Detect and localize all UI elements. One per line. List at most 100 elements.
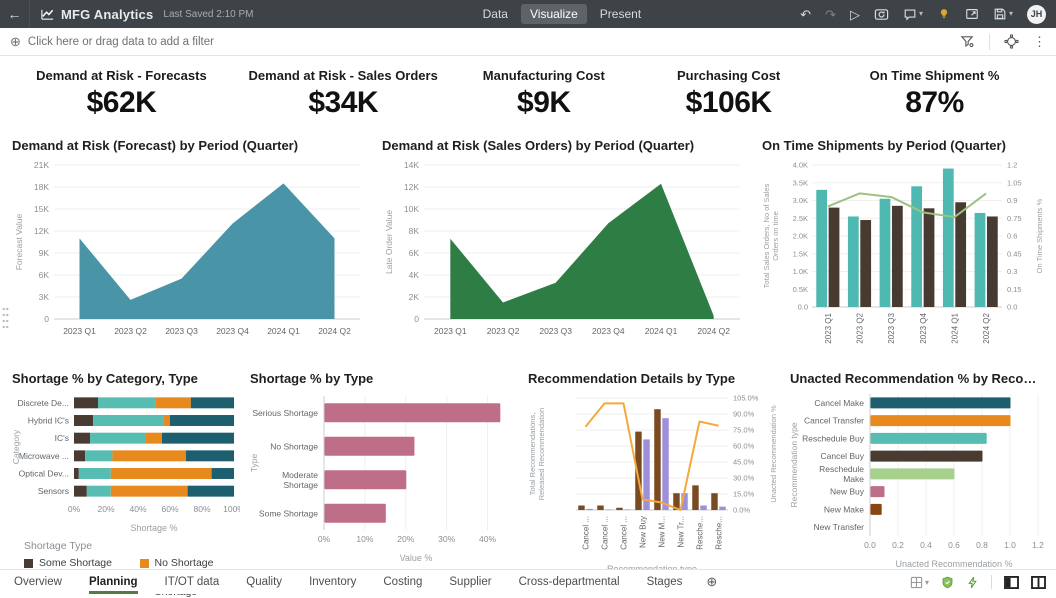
y-tick-label: Reschedule (819, 464, 864, 474)
chart-demand-risk-forecast[interactable]: Demand at Risk (Forecast) by Period (Qua… (10, 138, 372, 347)
layout-grid-button[interactable]: ▾ (910, 576, 929, 589)
x-axis-title: Value % (400, 553, 433, 563)
tick-label: 3.0K (793, 196, 808, 205)
chart-canvas: 0.00.20.40.60.81.01.2Cancel MakeCancel T… (788, 388, 1046, 570)
y-axis-title: Released Recommendation (537, 408, 546, 501)
filter-bar-actions: ⋮ (960, 34, 1046, 50)
filter-button[interactable] (960, 34, 975, 49)
bar (597, 506, 603, 510)
governance-button[interactable] (941, 576, 954, 589)
bar (578, 506, 584, 510)
chart-unacted-recommendation[interactable]: Unacted Recommendation % by Recomme... 0… (788, 371, 1046, 570)
refresh-schedule-icon (874, 7, 889, 22)
tab-overview[interactable]: Overview (14, 570, 62, 594)
x-tick-label: 2023 Q2 (114, 326, 147, 336)
undo-button[interactable]: ↶ (800, 8, 811, 21)
chart-title: Unacted Recommendation % by Recomme... (790, 371, 1046, 386)
save-button[interactable]: ▾ (993, 7, 1013, 21)
kpi-label: Purchasing Cost (644, 68, 813, 83)
redo-button[interactable]: ↷ (825, 8, 836, 21)
area-shape (80, 183, 335, 319)
kpi-label: Manufacturing Cost (444, 68, 645, 83)
bar-segment (188, 486, 234, 497)
panel-split-toggle[interactable] (1031, 576, 1046, 589)
legend-title: Shortage Type (24, 540, 240, 552)
bar (325, 403, 501, 422)
comments-button[interactable]: ▾ (903, 7, 923, 21)
x-tick-label: Resche... (696, 516, 705, 550)
tab-supplier[interactable]: Supplier (449, 570, 491, 594)
tab-itot-data[interactable]: IT/OT data (165, 570, 220, 594)
run-button[interactable]: ▷ (850, 8, 860, 21)
refresh-schedule-button[interactable] (874, 7, 889, 22)
tick-label: 1.0K (793, 267, 808, 276)
tab-planning[interactable]: Planning (89, 570, 138, 594)
add-filter-control[interactable]: ⊕ Click here or drag data to add a filte… (10, 34, 214, 50)
back-button[interactable]: ← (0, 0, 30, 28)
more-menu-button[interactable]: ⋮ (1033, 34, 1046, 50)
bar-segment (111, 468, 212, 479)
x-tick-label: 2023 Q4 (216, 326, 249, 336)
tick-label: 1.05 (1007, 178, 1022, 187)
bar (586, 509, 592, 510)
bar (719, 507, 725, 510)
kpi-demand-risk-forecasts[interactable]: Demand at Risk - Forecasts $62K (0, 68, 243, 120)
bar-segment (93, 415, 163, 426)
y-axis-title: Total Sales Orders, No of Sales (762, 183, 771, 288)
element-drag-handle[interactable] (2, 306, 9, 332)
layout-grid-icon (910, 576, 923, 589)
x-tick-label: New M... (658, 516, 667, 548)
x-tick-label: 2023 Q1 (824, 312, 833, 343)
chart-title: Demand at Risk (Forecast) by Period (Qua… (12, 138, 372, 153)
add-page-button[interactable]: ⊕ (706, 570, 717, 594)
y-axis-title: Recommendation type (789, 422, 799, 507)
panel-left-toggle[interactable] (1004, 576, 1019, 589)
x-tick-label: New Tr... (677, 516, 686, 548)
x-tick-label: 100% (223, 504, 240, 514)
chart-shortage-by-type[interactable]: Shortage % by Type 0%10%20%30%40%Serious… (248, 371, 518, 564)
kpi-row: Demand at Risk - Forecasts $62K Demand a… (0, 56, 1056, 124)
nav-data[interactable]: Data (474, 4, 517, 24)
x-tick-label: 2024 Q2 (318, 326, 351, 336)
bar-segment (146, 433, 162, 444)
gear-icon (1004, 34, 1019, 49)
filter-icon (960, 34, 975, 49)
chart-recommendation-details[interactable]: Recommendation Details by Type 0.0%15.0%… (526, 371, 780, 576)
bar (943, 169, 954, 307)
nav-visualize[interactable]: Visualize (521, 4, 587, 24)
tick-label: 3.5K (793, 178, 808, 187)
chart-on-time-shipments[interactable]: On Time Shipments by Period (Quarter) 0.… (760, 138, 1046, 365)
bar (692, 485, 698, 510)
kpi-on-time-shipment[interactable]: On Time Shipment % 87% (813, 68, 1056, 120)
x-tick-label: 2024 Q2 (982, 312, 991, 343)
x-tick-label: 0% (318, 534, 331, 544)
x-tick-label: 2023 Q3 (887, 312, 896, 343)
settings-button[interactable] (1004, 34, 1019, 49)
chart-demand-risk-sales-orders[interactable]: Demand at Risk (Sales Orders) by Period … (380, 138, 752, 347)
tab-quality[interactable]: Quality (246, 570, 282, 594)
bar (871, 504, 882, 515)
tab-inventory[interactable]: Inventory (309, 570, 356, 594)
tab-costing[interactable]: Costing (383, 570, 422, 594)
kpi-manufacturing-cost[interactable]: Manufacturing Cost $9K (444, 68, 645, 120)
tick-label: 0.45 (1007, 249, 1022, 258)
tab-stages[interactable]: Stages (647, 570, 683, 594)
bar (860, 220, 871, 307)
chart-canvas: 02K4K6K8K10K12K14K2023 Q12023 Q22023 Q32… (380, 155, 752, 347)
nav-present[interactable]: Present (591, 4, 650, 24)
chart-row-1: Demand at Risk (Forecast) by Period (Qua… (0, 124, 1056, 365)
tick-label: 6K (39, 270, 50, 280)
spark-button[interactable] (966, 576, 979, 589)
popout-button[interactable] (965, 7, 979, 21)
kpi-purchasing-cost[interactable]: Purchasing Cost $106K (644, 68, 813, 120)
chart-shortage-by-category[interactable]: Shortage % by Category, Type 0%20%40%60%… (10, 371, 240, 598)
workbook-logo-icon (40, 7, 55, 22)
insights-button[interactable] (937, 7, 951, 21)
circle-plus-icon: ⊕ (706, 574, 717, 590)
x-tick-label: 10% (356, 534, 373, 544)
tick-label: 0.6 (1007, 232, 1017, 241)
kpi-demand-risk-sales-orders[interactable]: Demand at Risk - Sales Orders $34K (243, 68, 444, 120)
avatar[interactable]: JH (1027, 5, 1046, 24)
tab-cross-departmental[interactable]: Cross-departmental (519, 570, 620, 594)
x-tick-label: 1.2 (1032, 540, 1044, 550)
